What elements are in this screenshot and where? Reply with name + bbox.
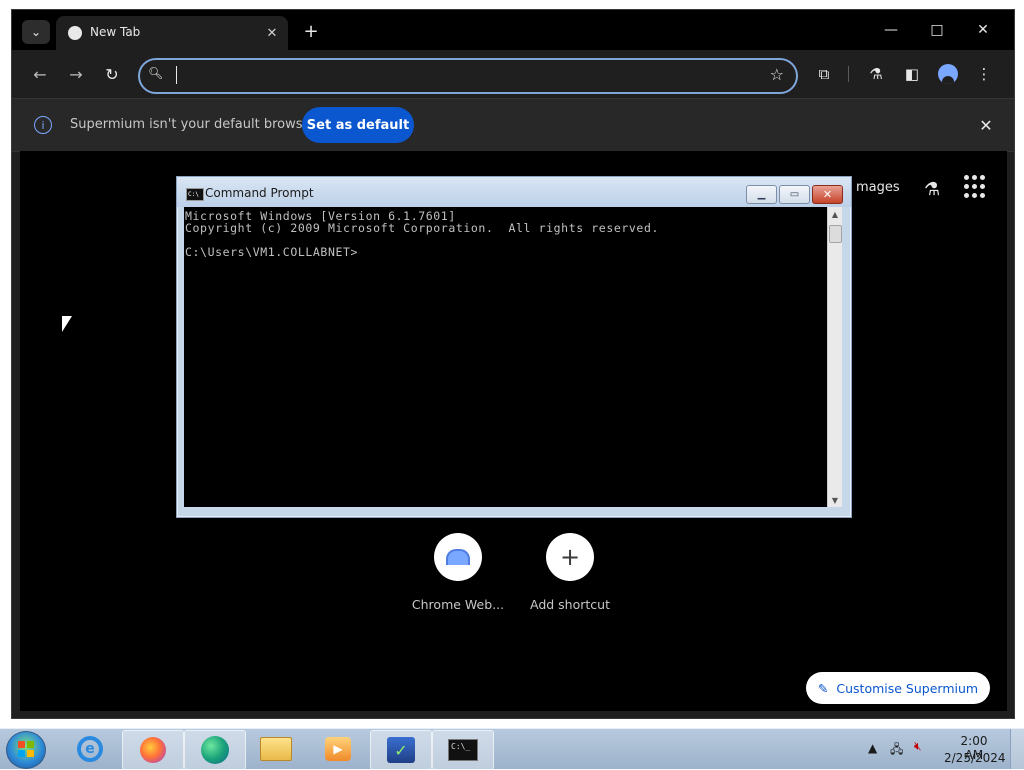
chrome-web-store-icon: [434, 533, 482, 581]
mouse-cursor-icon: [62, 316, 72, 332]
back-button[interactable]: ←: [28, 62, 52, 86]
close-window-button[interactable]: ✕: [968, 18, 998, 42]
cmd-scrollbar[interactable]: ▲ ▼: [827, 207, 842, 507]
scroll-thumb[interactable]: [829, 225, 842, 243]
set-as-default-button[interactable]: Set as default: [302, 107, 414, 143]
cmd-title-bar[interactable]: C:\ Command Prompt ▁ ▭ ✕: [177, 177, 851, 207]
text-caret: [176, 66, 177, 84]
shortcut-chrome-web-store[interactable]: Chrome Web...: [403, 533, 513, 623]
command-prompt-window[interactable]: C:\ Command Prompt ▁ ▭ ✕ Microsoft Windo…: [176, 176, 852, 518]
reload-button[interactable]: ↻: [100, 62, 124, 86]
tab-new-tab[interactable]: New Tab ✕: [56, 16, 288, 50]
console-prompt: C:\Users\VM1.COLLABNET>: [185, 245, 359, 259]
cmd-console[interactable]: Microsoft Windows [Version 6.1.7601] Cop…: [184, 207, 827, 507]
start-button[interactable]: [6, 731, 46, 769]
close-tab-icon[interactable]: ✕: [262, 23, 282, 43]
console-line: Copyright (c) 2009 Microsoft Corporation…: [185, 221, 659, 235]
address-bar[interactable]: 🔍︎ ☆: [138, 58, 798, 94]
images-link[interactable]: mages: [856, 180, 900, 195]
cmd-window-title: Command Prompt: [205, 186, 314, 200]
profile-avatar-icon[interactable]: [936, 62, 960, 86]
internet-explorer-icon[interactable]: e: [60, 730, 120, 768]
taskbar: e ▶ ✓ C:\_ ▲ 🖧 🔇︎ 2:00 AM 2/25/2024: [0, 728, 1024, 770]
search-icon: 🔍︎: [148, 66, 164, 80]
shortcut-label: Chrome Web...: [411, 597, 505, 612]
shortcut-add[interactable]: + Add shortcut: [515, 533, 625, 623]
extensions-icon[interactable]: ⧉: [812, 62, 836, 86]
show-desktop-button[interactable]: [1010, 729, 1024, 769]
apps-grid-icon[interactable]: [964, 175, 988, 199]
side-panel-icon[interactable]: ◧: [900, 62, 924, 86]
new-tab-button[interactable]: +: [300, 20, 322, 42]
toolbar-divider: [848, 66, 849, 82]
task-app-icon[interactable]: ✓: [370, 730, 432, 770]
volume-muted-icon[interactable]: 🔇︎: [914, 739, 922, 754]
forward-button[interactable]: →: [64, 62, 88, 86]
pencil-icon: ✎: [817, 680, 829, 696]
firefox-icon[interactable]: [122, 730, 184, 770]
clock-date[interactable]: 2/25/2024: [944, 751, 1006, 765]
customise-supermium-button[interactable]: ✎ Customise Supermium: [806, 672, 990, 704]
bookmark-star-icon[interactable]: ☆: [770, 65, 784, 84]
tab-title: New Tab: [90, 25, 141, 39]
maximize-window-button[interactable]: □: [922, 18, 952, 42]
info-icon: i: [34, 116, 52, 134]
cmd-minimize-button[interactable]: ▁: [746, 185, 777, 204]
labs-flask-icon[interactable]: ⚗: [924, 179, 940, 200]
cmd-maximize-button[interactable]: ▭: [779, 185, 810, 204]
tab-strip: ⌄ New Tab ✕ + — □ ✕: [12, 10, 1014, 50]
close-infobar-icon[interactable]: ✕: [976, 115, 996, 135]
scroll-down-arrow-icon[interactable]: ▼: [828, 493, 842, 507]
show-hidden-icons-icon[interactable]: ▲: [868, 741, 877, 755]
minimize-window-button[interactable]: —: [876, 18, 906, 42]
default-browser-infobar: i Supermium isn't your default browser S…: [12, 98, 1014, 152]
network-icon[interactable]: 🖧: [890, 740, 903, 761]
cmd-close-button[interactable]: ✕: [812, 185, 843, 204]
tab-search-button[interactable]: ⌄: [22, 20, 50, 44]
command-prompt-taskbar-icon[interactable]: C:\_: [432, 730, 494, 770]
customise-label: Customise Supermium: [836, 680, 979, 696]
file-explorer-icon[interactable]: [246, 730, 306, 768]
command-prompt-icon: C:\: [186, 188, 204, 201]
media-player-icon[interactable]: ▶: [308, 730, 368, 768]
windows-logo-icon: [18, 741, 34, 757]
browser-toolbar: ← → ↻ 🔍︎ ☆ ⧉ ⚗ ◧ ⋮: [12, 50, 1014, 98]
shortcut-label: Add shortcut: [530, 597, 610, 612]
edge-browser-icon[interactable]: [184, 730, 246, 770]
menu-kebab-icon[interactable]: ⋮: [972, 62, 996, 86]
infobar-message: Supermium isn't your default browser: [70, 117, 316, 132]
labs-icon[interactable]: ⚗: [864, 62, 888, 86]
globe-icon: [68, 26, 82, 40]
plus-icon: +: [546, 533, 594, 581]
scroll-up-arrow-icon[interactable]: ▲: [828, 207, 842, 221]
